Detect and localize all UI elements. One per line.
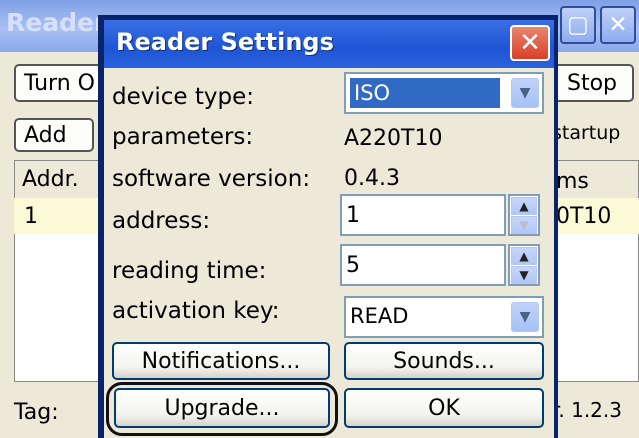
column-header-ms[interactable]: ms [556, 169, 589, 194]
address-spinner: ▲ ▼ [508, 194, 540, 236]
row-addr: 1 [24, 204, 38, 229]
arrow-down-icon[interactable]: ▼ [511, 266, 537, 284]
parameters-label: parameters: [112, 124, 254, 150]
parameters-value: A220T10 [344, 126, 443, 151]
startup-label: startup [552, 122, 621, 144]
close-icon[interactable]: ✕ [600, 6, 636, 44]
sounds-button[interactable]: Sounds... [344, 342, 544, 380]
stop-button[interactable]: Stop [550, 64, 634, 102]
dialog-close-icon[interactable]: ✕ [510, 25, 550, 61]
reading-time-input[interactable]: 5 [340, 244, 506, 286]
address-label: address: [112, 208, 211, 234]
software-version-label: software version: [112, 166, 311, 192]
chevron-down-icon[interactable]: ▼ [511, 78, 539, 108]
column-header-addr[interactable]: Addr. [22, 167, 79, 192]
arrow-up-icon[interactable]: ▲ [511, 197, 537, 215]
reading-time-spinner: ▲ ▼ [508, 244, 540, 286]
upgrade-button[interactable]: Upgrade... [114, 388, 330, 428]
activation-key-value: READ [350, 304, 409, 328]
address-input[interactable]: 1 [340, 194, 506, 236]
add-button[interactable]: Add [14, 118, 94, 152]
reading-time-label: reading time: [112, 258, 267, 284]
arrow-down-icon[interactable]: ▼ [511, 216, 537, 234]
dialog-title: Reader Settings [116, 28, 334, 56]
device-type-label: device type: [112, 84, 254, 110]
ok-button[interactable]: OK [344, 388, 544, 428]
software-version-value: 0.4.3 [344, 166, 400, 191]
activation-key-select[interactable]: READ ▼ [344, 296, 544, 338]
background-window-title: Reader [6, 8, 107, 37]
arrow-up-icon[interactable]: ▲ [511, 247, 537, 265]
device-type-select[interactable]: ISO ▼ [344, 72, 544, 114]
device-type-value: ISO [350, 78, 500, 108]
version-text: r. 1.2.3 [552, 398, 622, 422]
restore-icon[interactable]: ▢ [560, 6, 596, 44]
chevron-down-icon[interactable]: ▼ [511, 302, 539, 332]
row-type: 0T10 [556, 204, 612, 229]
tag-label: Tag: [14, 400, 59, 425]
activation-key-label: activation key: [112, 298, 280, 324]
notifications-button[interactable]: Notifications... [112, 342, 330, 380]
